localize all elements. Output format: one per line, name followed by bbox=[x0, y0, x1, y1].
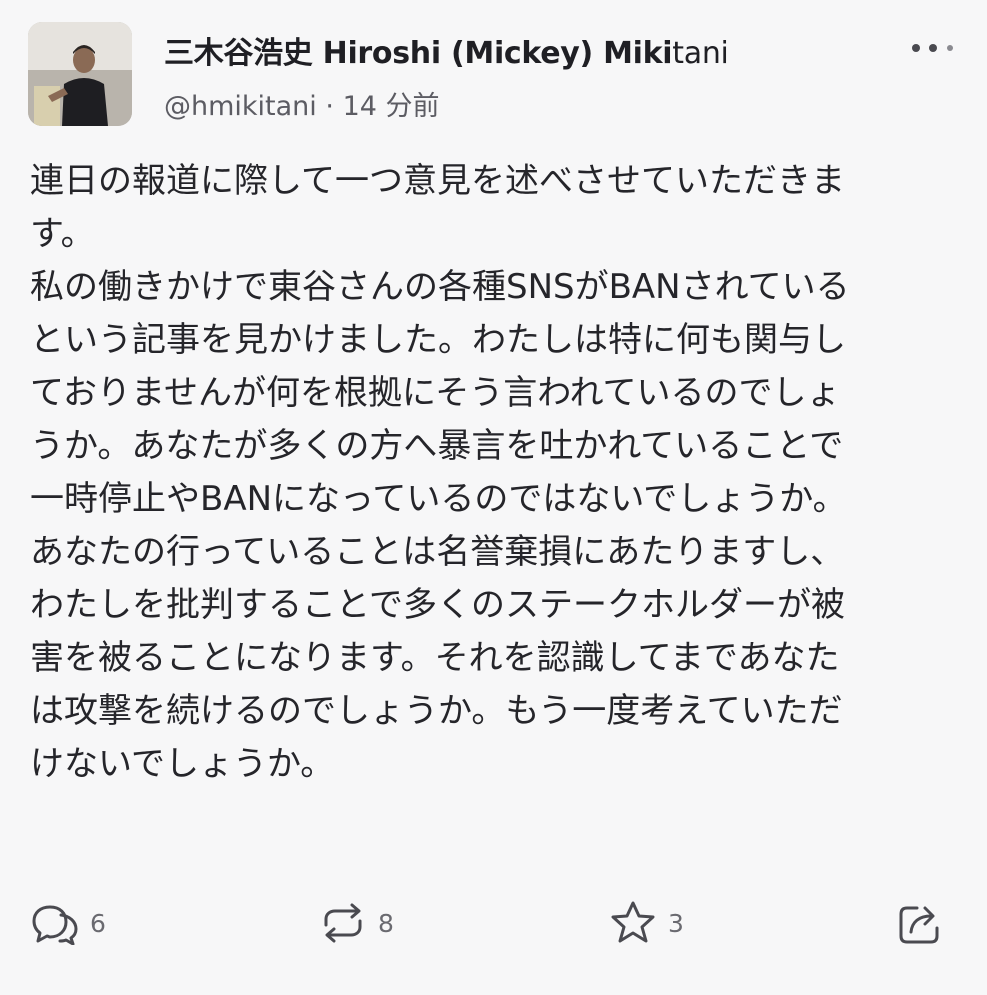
share-icon bbox=[899, 906, 939, 944]
meta-separator: · bbox=[325, 91, 334, 122]
post-body-line: ておりませんが何を根拠にそう言われているのでしょ bbox=[30, 373, 841, 413]
avatar-photo bbox=[28, 22, 132, 126]
like-button[interactable]: 3 bbox=[608, 895, 684, 951]
post-actions-bar: 6 8 3 bbox=[0, 895, 987, 955]
post-body-line: 害を被ることになります。それを認識してまであなた bbox=[30, 638, 840, 678]
more-dots-icon bbox=[912, 44, 953, 52]
post-card: 三木谷浩史 Hiroshi (Mickey) Mikitani @hmikita… bbox=[0, 0, 987, 995]
reply-button[interactable]: 6 bbox=[30, 895, 106, 951]
post-timestamp[interactable]: 14 分前 bbox=[343, 91, 440, 122]
more-options-button[interactable] bbox=[906, 38, 960, 58]
share-button[interactable] bbox=[895, 895, 945, 951]
post-body-line: けないでしょうか。 bbox=[30, 744, 335, 784]
author-name[interactable]: 三木谷浩史 Hiroshi (Mickey) Mikitani bbox=[164, 28, 729, 72]
author-name-bold: 三木谷浩史 Hiroshi (Mickey) Miki bbox=[164, 36, 673, 71]
post-body-line: す。 bbox=[30, 214, 95, 254]
reply-icon bbox=[32, 905, 78, 945]
post-body-line: わたしを批判することで多くのステークホルダーが被 bbox=[30, 585, 845, 625]
repost-button[interactable]: 8 bbox=[318, 895, 394, 951]
like-count: 3 bbox=[668, 908, 684, 938]
post-body-line: は攻撃を続けるのでしょうか。もう一度考えていただ bbox=[30, 691, 843, 731]
reply-count: 6 bbox=[90, 908, 106, 938]
avatar[interactable] bbox=[28, 22, 132, 126]
post-body-line: 連日の報道に際して一つ意見を述べさせていただきま bbox=[30, 161, 845, 201]
repost-count: 8 bbox=[378, 908, 394, 938]
post-body: 連日の報道に際して一つ意見を述べさせていただきま す。 私の働きかけで東谷さんの… bbox=[30, 155, 965, 791]
post-meta: @hmikitani · 14 分前 bbox=[164, 84, 440, 123]
star-icon bbox=[611, 901, 655, 943]
repost-icon bbox=[324, 903, 362, 943]
author-name-tail: tani bbox=[672, 36, 729, 71]
post-body-line: 一時停止やBANになっているのではないでしょうか。 bbox=[30, 479, 847, 519]
post-body-line: うか。あなたが多くの方へ暴言を吐かれていることで bbox=[30, 426, 844, 466]
post-body-line: あなたの行っていることは名誉棄損にあたりますし、 bbox=[30, 532, 845, 572]
post-body-line: という記事を見かけました。わたしは特に何も関与し bbox=[30, 320, 846, 360]
author-handle[interactable]: @hmikitani bbox=[164, 91, 317, 122]
post-body-line: 私の働きかけで東谷さんの各種SNSがBANされている bbox=[30, 267, 850, 307]
